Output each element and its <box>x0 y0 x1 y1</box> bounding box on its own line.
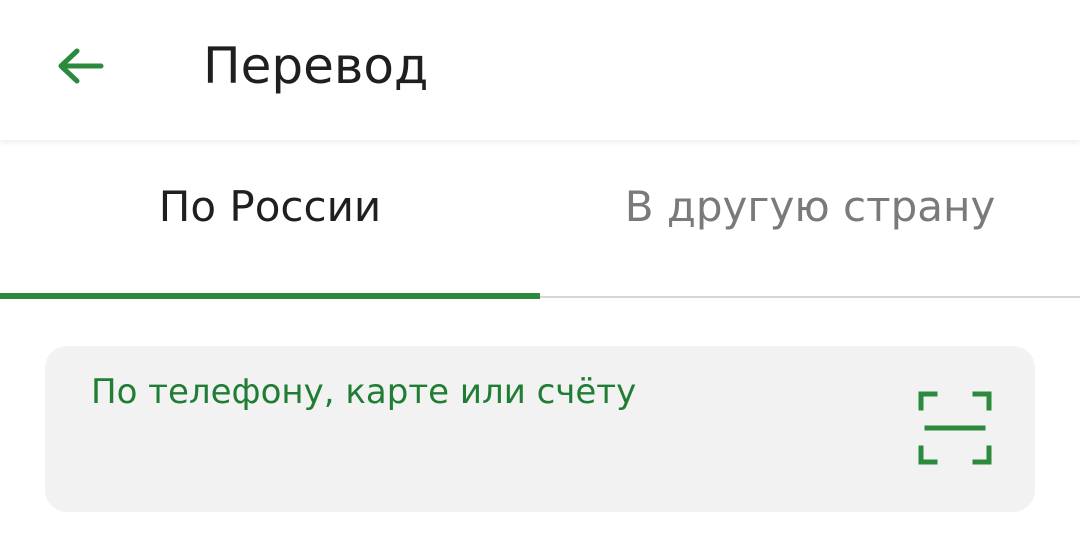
tab-abroad-label: В другую страну <box>624 181 996 231</box>
arrow-left-icon <box>58 48 104 84</box>
search-placeholder: По телефону, карте или счёту <box>91 372 637 412</box>
scan-button[interactable] <box>913 386 997 470</box>
scan-icon <box>918 391 992 465</box>
app-header: Перевод <box>0 0 1080 140</box>
tab-bar: По России В другую страну <box>0 140 1080 300</box>
active-tab-indicator <box>0 293 540 299</box>
transfer-screen: Перевод По России В другую страну По тел… <box>0 0 1080 559</box>
page-title: Перевод <box>203 37 429 95</box>
tab-abroad[interactable]: В другую страну <box>540 140 1080 300</box>
tab-russia-label: По России <box>158 181 382 231</box>
tab-russia[interactable]: По России <box>0 140 540 300</box>
recipient-search-field[interactable]: По телефону, карте или счёту <box>45 346 1035 512</box>
back-button[interactable] <box>44 30 116 102</box>
